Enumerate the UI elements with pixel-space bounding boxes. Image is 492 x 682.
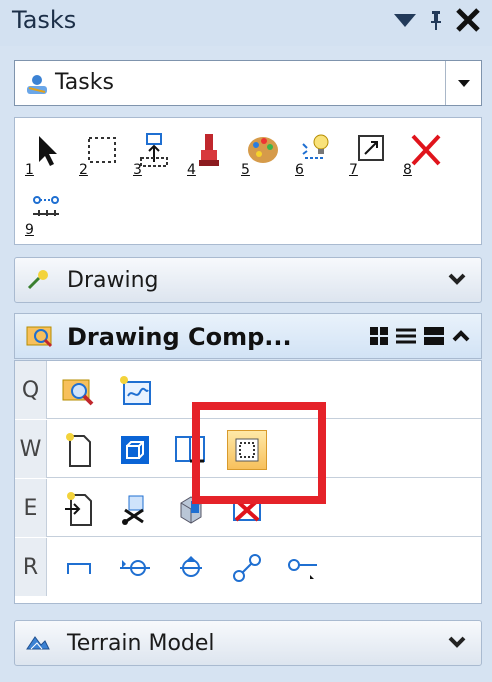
place-fence-icon xyxy=(88,137,116,163)
task-selector-dropdown-button[interactable] xyxy=(445,61,481,105)
drawing-section-header[interactable]: Drawing xyxy=(14,257,482,303)
terrain-model-icon xyxy=(25,631,51,659)
row-key-e: E xyxy=(15,479,47,537)
highlight-bulb-icon xyxy=(302,134,329,159)
section-marker-icon[interactable] xyxy=(115,548,155,588)
chevron-down-icon xyxy=(457,80,470,87)
task-selector[interactable]: Tasks xyxy=(14,60,482,106)
main-toolbox: 1 2 3 4 5 6 7 8 9 xyxy=(14,117,482,245)
row-key-w: W xyxy=(15,420,47,478)
task-selector-value: Tasks xyxy=(55,70,114,95)
close-icon[interactable] xyxy=(454,6,482,34)
callout-leader-icon[interactable] xyxy=(283,548,323,588)
tool-1[interactable]: 1 xyxy=(23,128,69,180)
palette-icon xyxy=(248,137,278,163)
tool-5[interactable]: 5 xyxy=(239,128,285,180)
delete-icon xyxy=(411,134,441,166)
tool-3[interactable]: 3 xyxy=(131,128,177,180)
drawing-composition-header[interactable]: Drawing Comp... xyxy=(14,313,482,359)
cut-sheet-icon[interactable] xyxy=(115,489,155,529)
tool-4[interactable]: 4 xyxy=(185,128,231,180)
terrain-model-section-header[interactable]: Terrain Model xyxy=(14,620,482,666)
3d-view-icon[interactable] xyxy=(115,430,155,470)
tool-7[interactable]: 7 xyxy=(347,128,393,180)
row-key-q: Q xyxy=(15,361,47,419)
row-key-r: R xyxy=(15,538,47,596)
drawing-composition-label: Drawing Comp... xyxy=(67,323,292,351)
window-title: Tasks xyxy=(12,6,77,34)
explorer-search-icon[interactable] xyxy=(59,371,99,411)
create-view-icon[interactable] xyxy=(115,371,155,411)
chevron-up-icon[interactable] xyxy=(451,328,471,348)
highlight-annotation-box xyxy=(192,402,326,504)
drawing-section-icon xyxy=(25,268,51,296)
tool-8[interactable]: 8 xyxy=(401,128,447,180)
scale-icon xyxy=(358,135,384,161)
tool-9[interactable]: 9 xyxy=(23,188,69,240)
tool-row-r: R xyxy=(15,538,481,596)
measure-distance-icon xyxy=(33,196,59,216)
grid-view-icon[interactable] xyxy=(369,326,389,350)
detail-callout-icon[interactable] xyxy=(227,548,267,588)
terrain-model-label: Terrain Model xyxy=(67,631,215,656)
tool-2[interactable]: 2 xyxy=(77,128,123,180)
detail-view-icon[interactable] xyxy=(423,326,445,350)
new-sheet-icon[interactable] xyxy=(59,430,99,470)
paint-brush-icon xyxy=(199,134,219,166)
tasks-icon xyxy=(25,73,49,99)
move-icon xyxy=(140,133,168,167)
import-sheet-icon[interactable] xyxy=(59,489,99,529)
pin-icon[interactable] xyxy=(428,9,444,31)
chevron-down-icon xyxy=(447,634,467,654)
drawing-section-label: Drawing xyxy=(67,268,159,293)
list-view-icon[interactable] xyxy=(395,326,417,350)
select-element-icon xyxy=(39,136,57,166)
elevation-marker-icon[interactable] xyxy=(171,548,211,588)
bracket-icon[interactable] xyxy=(59,548,99,588)
tasks-titlebar: Tasks xyxy=(0,0,492,46)
dropdown-arrow-icon[interactable] xyxy=(392,11,418,29)
drawing-composition-icon xyxy=(25,323,55,353)
chevron-down-icon xyxy=(447,271,467,291)
tool-6[interactable]: 6 xyxy=(293,128,339,180)
